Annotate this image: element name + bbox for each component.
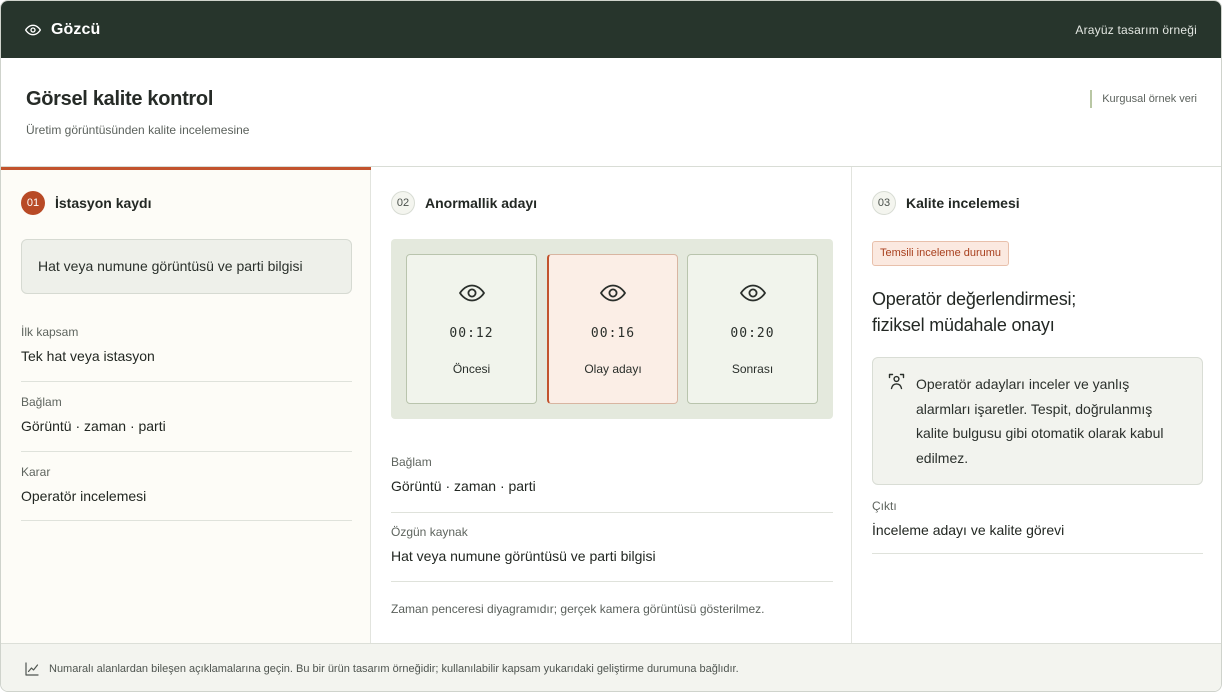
field-value: Görüntü · zaman · parti <box>21 418 166 434</box>
brand[interactable]: Gözcü <box>25 21 100 39</box>
station-record-panel[interactable]: 01 İstasyon kaydı Hat veya numune görünt… <box>1 167 371 643</box>
field-original-source: Özgün kaynak Hat veya numune görüntüsü v… <box>391 525 833 582</box>
step-header: 01 İstasyon kaydı <box>21 191 152 215</box>
footer-text: Numaralı alanlardan bileşen açıklamaları… <box>49 662 739 675</box>
field-value: İnceleme adayı ve kalite görevi <box>872 522 1065 538</box>
frame-time: 00:16 <box>590 326 636 341</box>
step-number: 03 <box>872 191 896 215</box>
field-label: Bağlam <box>21 395 62 409</box>
eye-icon <box>458 283 486 303</box>
active-step-indicator <box>1 167 371 170</box>
chart-line-icon <box>25 661 39 676</box>
footer-bar: Numaralı alanlardan bileşen açıklamaları… <box>1 643 1221 691</box>
eye-icon <box>25 22 41 38</box>
review-explanation-box: Operatör adayları inceler ve yanlış alar… <box>872 357 1203 485</box>
field-context: Bağlam Görüntü · zaman · parti <box>391 455 833 513</box>
page-subtitle: Üretim görüntüsünden kalite incelemesine <box>26 123 250 137</box>
step-title: Anormallik adayı <box>425 195 538 211</box>
design-sample-label: Arayüz tasarım örneği <box>1075 22 1197 37</box>
field-label: Özgün kaynak <box>391 525 468 539</box>
review-title: Operatör değerlendirmesi; fiziksel müdah… <box>872 286 1172 338</box>
frame-after[interactable]: 00:20 Sonrası <box>687 254 818 404</box>
field-context: Bağlam Görüntü · zaman · parti <box>21 395 352 452</box>
fictional-data-note: Kurgusal örnek veri <box>1090 90 1197 108</box>
frame-time: 00:12 <box>449 326 494 341</box>
source-box: Hat veya numune görüntüsü ve parti bilgi… <box>21 239 352 294</box>
field-label: Bağlam <box>391 455 432 469</box>
step-header: 02 Anormallik adayı <box>391 191 537 215</box>
field-value: Hat veya numune görüntüsü ve parti bilgi… <box>391 548 656 564</box>
page-header: Görsel kalite kontrol Üretim görüntüsünd… <box>1 58 1221 167</box>
time-window-diagram: 00:12 Öncesi 00:16 Olay adayı 00:20 Sonr… <box>391 239 833 419</box>
field-label: Karar <box>21 465 51 479</box>
person-icon <box>888 373 905 390</box>
step-title: Kalite incelemesi <box>906 195 1020 211</box>
app-window: Gözcü Arayüz tasarım örneği Görsel kalit… <box>0 0 1222 692</box>
diagram-note: Zaman penceresi diyagramıdır; gerçek kam… <box>391 602 765 616</box>
field-label: Çıktı <box>872 499 897 513</box>
frame-before[interactable]: 00:12 Öncesi <box>406 254 537 404</box>
step-header: 03 Kalite incelemesi <box>872 191 1020 215</box>
frame-event-candidate[interactable]: 00:16 Olay adayı <box>547 254 678 404</box>
field-value: Görüntü · zaman · parti <box>391 478 536 494</box>
status-badge: Temsili inceleme durumu <box>872 241 1010 266</box>
field-value: Tek hat veya istasyon <box>21 348 155 364</box>
brand-name: Gözcü <box>51 20 101 38</box>
quality-review-panel[interactable]: 03 Kalite incelemesi Temsili inceleme du… <box>852 167 1221 643</box>
review-title-line: Operatör değerlendirmesi; <box>872 289 1077 309</box>
eye-icon <box>739 283 767 303</box>
field-decision: Karar Operatör incelemesi <box>21 465 352 521</box>
review-title-line: fiziksel müdahale onayı <box>872 315 1055 335</box>
review-text: Operatör adayları inceler ve yanlış alar… <box>916 376 1164 466</box>
field-scope: İlk kapsam Tek hat veya istasyon <box>21 325 352 382</box>
eye-icon <box>599 283 627 303</box>
step-number: 02 <box>391 191 415 215</box>
frame-time: 00:20 <box>730 326 775 341</box>
anomaly-candidate-panel[interactable]: 02 Anormallik adayı 00:12 Öncesi 00:16 O… <box>371 167 852 643</box>
page-title: Görsel kalite kontrol <box>26 88 214 110</box>
field-output: Çıktı İnceleme adayı ve kalite görevi <box>872 499 1203 554</box>
step-number: 01 <box>21 191 45 215</box>
step-title: İstasyon kaydı <box>55 195 152 211</box>
field-value: Operatör incelemesi <box>21 488 147 504</box>
field-label: İlk kapsam <box>21 325 79 339</box>
frame-label: Öncesi <box>452 362 491 376</box>
frame-label: Sonrası <box>731 362 774 376</box>
top-bar: Gözcü Arayüz tasarım örneği <box>1 1 1221 58</box>
frame-label: Olay adayı <box>584 362 642 376</box>
